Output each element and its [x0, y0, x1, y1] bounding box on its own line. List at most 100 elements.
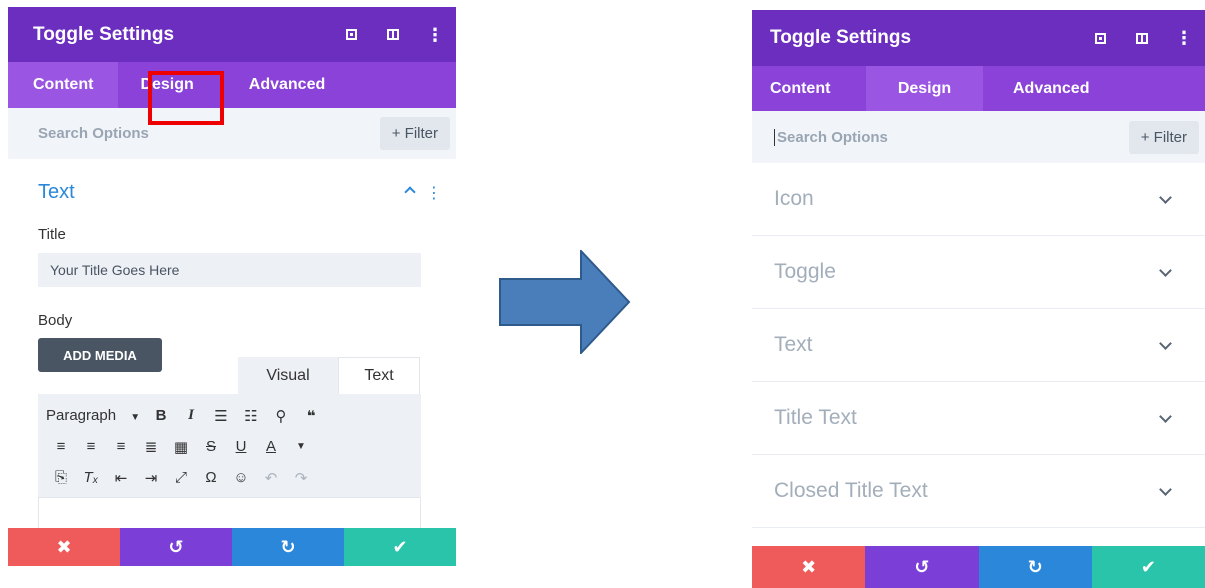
chevron-down-icon [1159, 336, 1172, 350]
search-input[interactable] [774, 128, 976, 146]
format-select[interactable]: Paragraph ▼ [46, 407, 146, 424]
redo-icon: ↻ [1027, 556, 1043, 577]
bullet-list-icon[interactable]: ☰ [206, 407, 236, 425]
tab-text[interactable]: Text [338, 357, 420, 394]
emoji-icon[interactable]: ☺ [226, 469, 256, 486]
search-input[interactable] [38, 125, 237, 142]
text-section-header[interactable]: Text ⋮ [8, 181, 456, 204]
text-color-icon[interactable]: A [256, 438, 286, 455]
modal-tabs: Content Design Advanced [8, 62, 456, 108]
section-controls: ⋮ [404, 183, 442, 203]
modal-footer: ✖ ↺ ↻ ✔ [752, 546, 1205, 588]
table-icon[interactable]: ▦ [166, 438, 196, 456]
filter-button[interactable]: + Filter [1128, 120, 1199, 154]
italic-icon[interactable]: I [176, 407, 206, 424]
redo-button[interactable]: ↻ [978, 546, 1092, 588]
redo-icon: ↻ [280, 536, 296, 557]
special-char-icon[interactable]: Ω [196, 469, 226, 486]
group-label: Icon [774, 187, 814, 210]
group-label: Closed Title Text [774, 479, 928, 502]
editor-undo-icon[interactable]: ↶ [256, 469, 286, 487]
chevron-down-icon [1159, 409, 1172, 423]
title-field[interactable] [38, 253, 421, 287]
split-view-icon[interactable] [1121, 32, 1163, 44]
editor-redo-icon[interactable]: ↷ [286, 469, 316, 487]
outdent-icon[interactable]: ⇤ [106, 469, 136, 487]
modal-header: Toggle Settings ⋮ [8, 7, 456, 62]
editor-toolbar: Paragraph ▼ B I ☰ ☷ ⚲ ❝ ≡ ≡ ≡ ≣ ▦ S U A … [38, 394, 421, 497]
screenshot-stage: Toggle Settings ⋮ Content Design Advance… [0, 0, 1205, 588]
expand-icon[interactable] [330, 29, 372, 40]
align-right-icon[interactable]: ≡ [106, 438, 136, 455]
indent-icon[interactable]: ⇥ [136, 469, 166, 487]
search-bar: + Filter [8, 108, 456, 159]
save-button[interactable]: ✔ [1091, 546, 1205, 588]
expand-icon[interactable] [1079, 32, 1121, 44]
modal-title: Toggle Settings [770, 27, 912, 48]
check-icon: ✔ [392, 536, 408, 557]
group-closed-title-text[interactable]: Closed Title Text [752, 455, 1205, 528]
filter-button[interactable]: + Filter [379, 117, 450, 150]
section-title: Text [38, 181, 75, 203]
text-color-dropdown-icon[interactable]: ▼ [286, 441, 316, 452]
tab-content[interactable]: Content [8, 62, 119, 108]
modal-footer: ✖ ↺ ↻ ✔ [8, 528, 456, 566]
check-icon: ✔ [1140, 556, 1156, 577]
more-options-icon[interactable]: ⋮ [1163, 29, 1205, 47]
group-title-text[interactable]: Title Text [752, 382, 1205, 455]
modal-tabs: Content Design Advanced [752, 66, 1205, 111]
group-label: Text [774, 333, 813, 356]
body-label: Body [38, 312, 73, 329]
title-label: Title [38, 226, 66, 243]
justify-icon[interactable]: ≣ [136, 438, 166, 456]
group-icon[interactable]: Icon [752, 163, 1205, 236]
paste-icon[interactable]: ⎘ [46, 469, 76, 486]
modal-header: Toggle Settings ⋮ [752, 10, 1205, 66]
tab-content[interactable]: Content [752, 66, 866, 111]
tab-visual[interactable]: Visual [238, 357, 338, 394]
tab-advanced[interactable]: Advanced [983, 66, 1107, 111]
tab-design[interactable]: Design [118, 62, 223, 108]
group-label: Toggle [774, 260, 836, 283]
redo-button[interactable]: ↻ [232, 528, 344, 566]
modal-title: Toggle Settings [33, 23, 175, 45]
undo-button[interactable]: ↺ [865, 546, 979, 588]
link-icon[interactable]: ⚲ [266, 407, 296, 425]
undo-icon: ↺ [914, 556, 930, 577]
more-options-icon[interactable]: ⋮ [414, 26, 456, 44]
tab-advanced[interactable]: Advanced [224, 62, 350, 108]
close-icon: ✖ [56, 536, 72, 557]
quote-icon[interactable]: ❝ [296, 407, 326, 425]
close-button[interactable]: ✖ [752, 546, 866, 588]
underline-icon[interactable]: U [226, 438, 256, 455]
strikethrough-icon[interactable]: S [196, 438, 226, 455]
settings-modal-after: Toggle Settings ⋮ Content Design Advance… [752, 10, 1205, 588]
settings-modal-before: Toggle Settings ⋮ Content Design Advance… [8, 7, 456, 566]
close-icon: ✖ [801, 556, 817, 577]
tab-design[interactable]: Design [866, 66, 983, 111]
chevron-down-icon [1159, 263, 1172, 277]
editor-mode-tabs: Visual Text [238, 357, 420, 394]
chevron-down-icon [1159, 482, 1172, 496]
undo-button[interactable]: ↺ [120, 528, 232, 566]
fullscreen-icon[interactable]: ⤢ [166, 469, 196, 486]
bold-icon[interactable]: B [146, 407, 176, 424]
align-left-icon[interactable]: ≡ [46, 438, 76, 455]
numbered-list-icon[interactable]: ☷ [236, 407, 266, 425]
align-center-icon[interactable]: ≡ [76, 438, 106, 455]
chevron-down-icon [1159, 190, 1172, 204]
search-bar: + Filter [752, 111, 1205, 163]
split-view-icon[interactable] [372, 29, 414, 40]
save-button[interactable]: ✔ [344, 528, 456, 566]
group-label: Title Text [774, 406, 857, 429]
undo-icon: ↺ [168, 536, 184, 557]
group-toggle[interactable]: Toggle [752, 236, 1205, 309]
design-option-groups: Icon Toggle Text Title Text Closed Title… [752, 163, 1205, 528]
close-button[interactable]: ✖ [8, 528, 120, 566]
transition-arrow-icon [499, 250, 631, 354]
group-text[interactable]: Text [752, 309, 1205, 382]
section-more-icon[interactable]: ⋮ [426, 183, 442, 203]
clear-format-icon[interactable]: Tₓ [76, 469, 106, 486]
add-media-button[interactable]: ADD MEDIA [38, 338, 162, 372]
collapse-icon[interactable] [404, 183, 416, 203]
